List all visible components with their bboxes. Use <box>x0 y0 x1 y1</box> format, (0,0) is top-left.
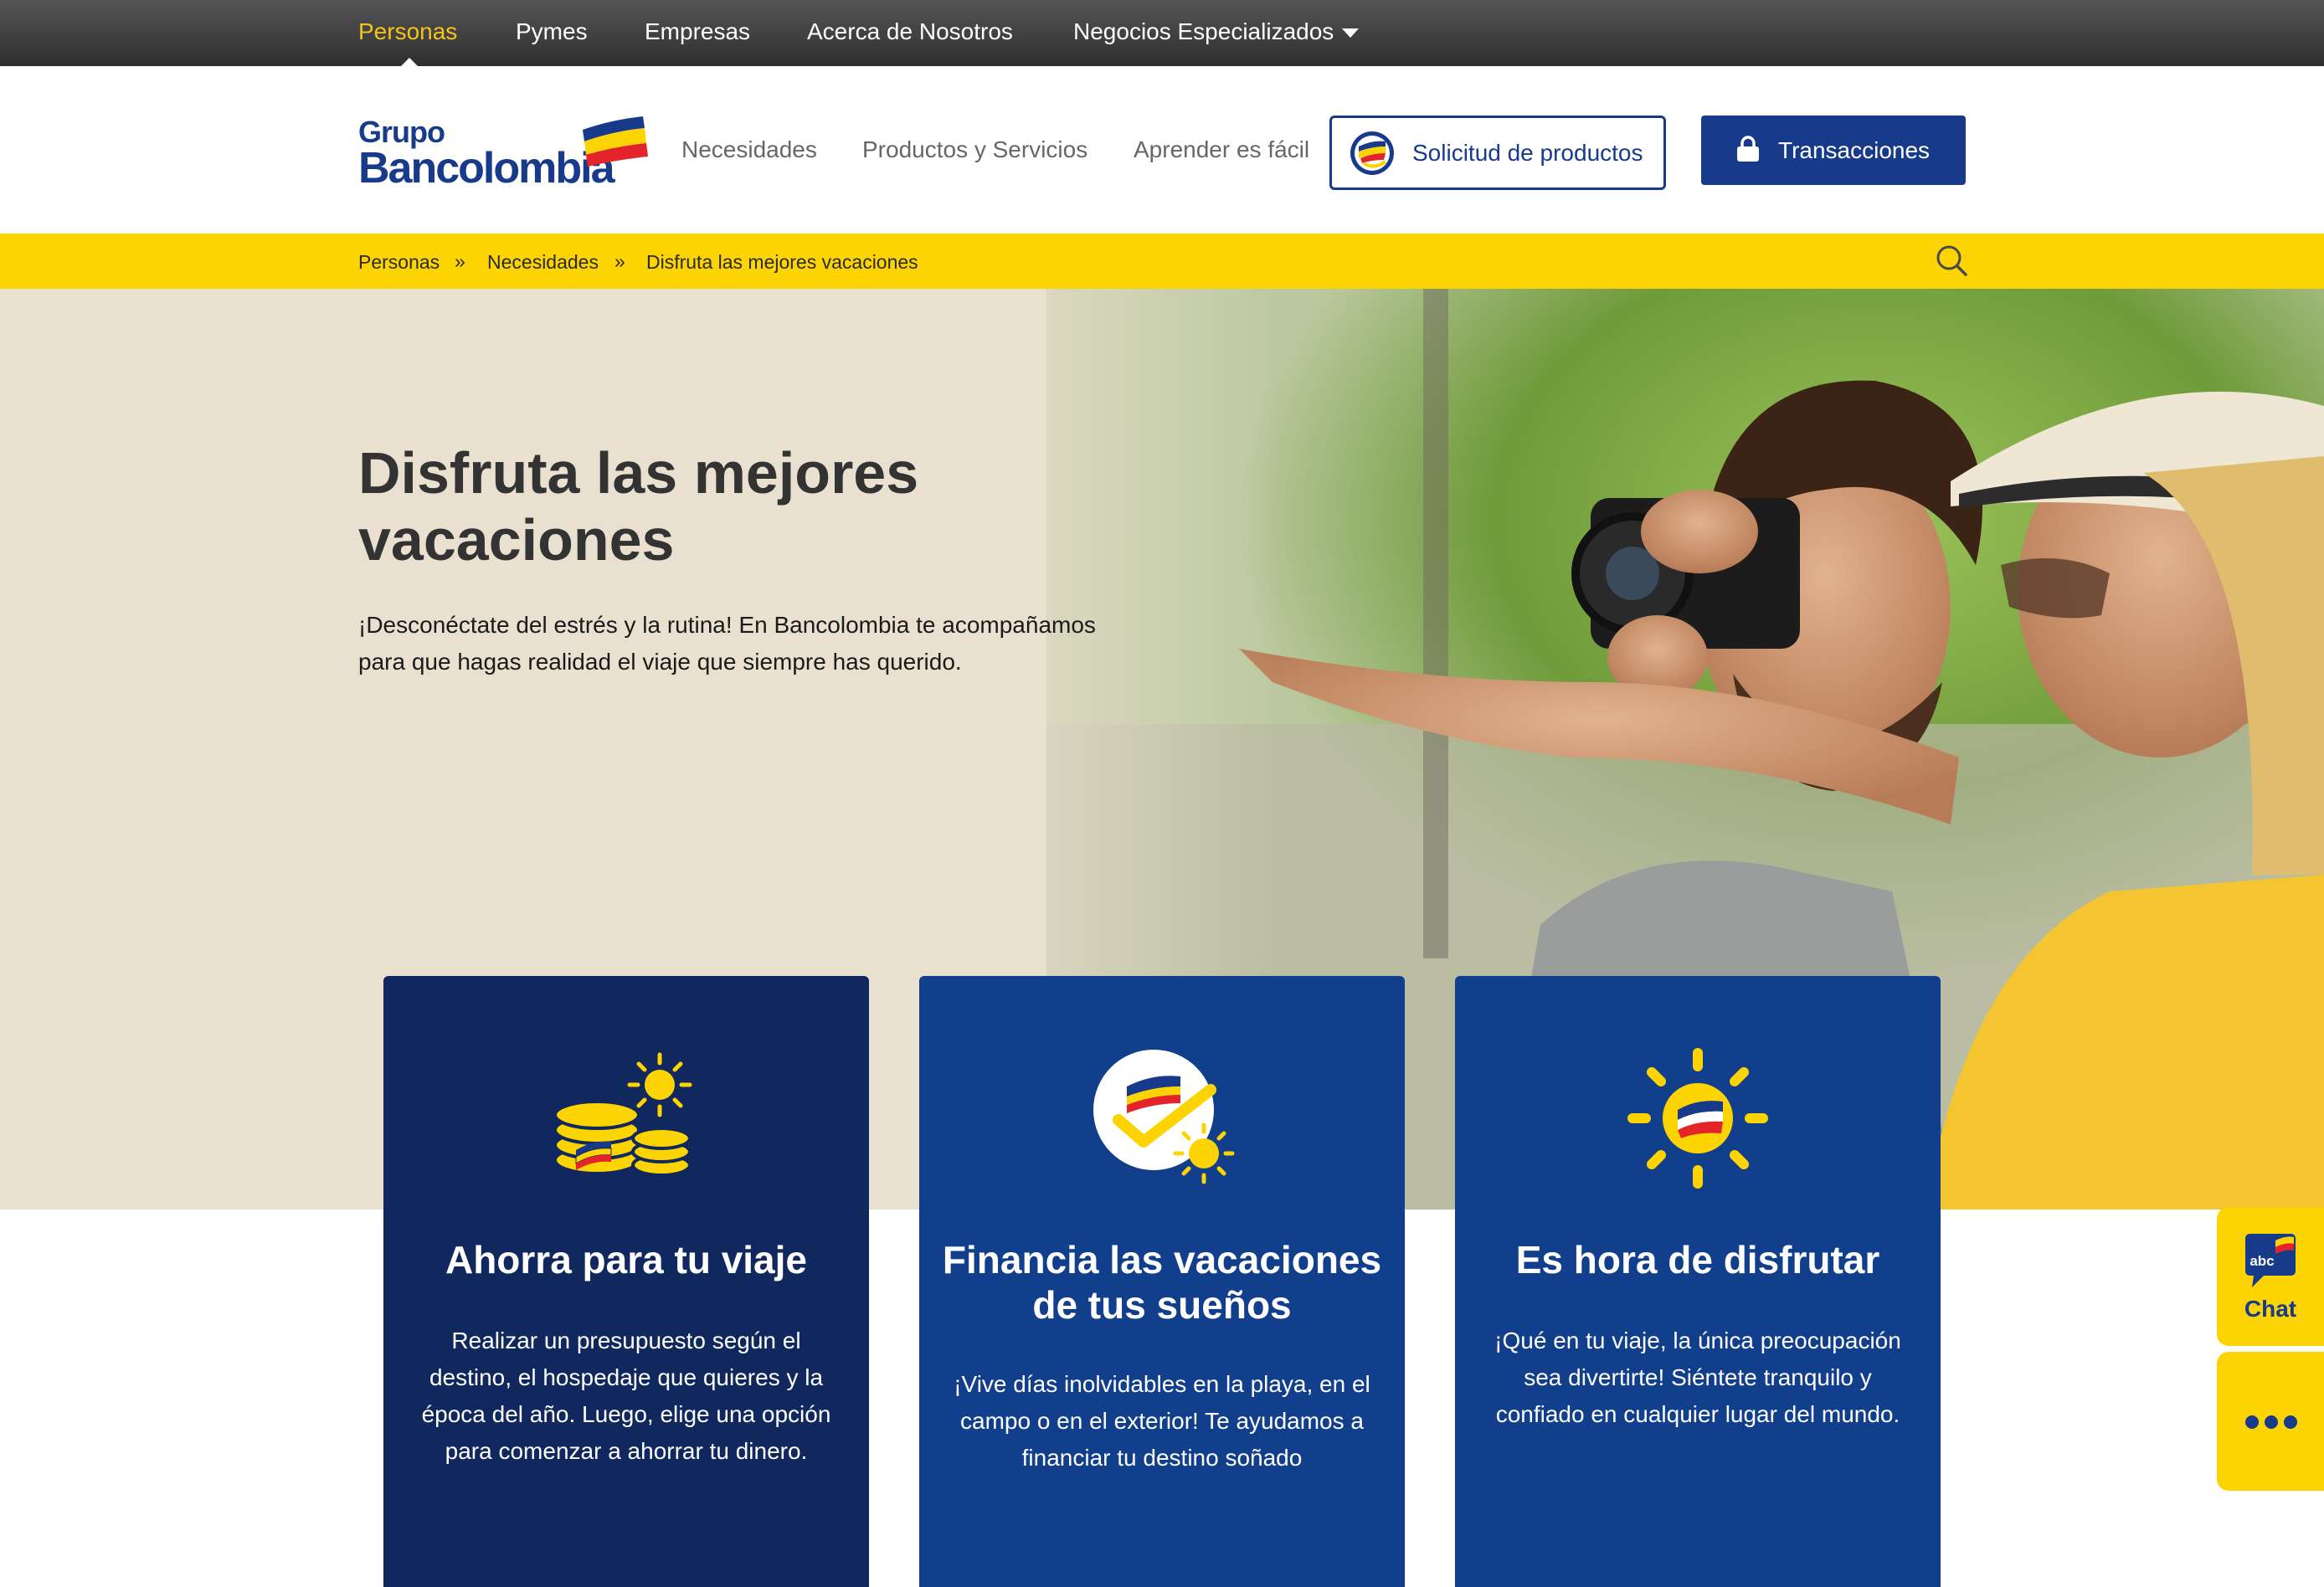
more-options-button[interactable] <box>2217 1352 2324 1491</box>
card-text: Realizar un presupuesto según el destino… <box>421 1328 831 1464</box>
bancolombia-app-icon <box>1350 131 1394 175</box>
top-navigation: Personas Pymes Empresas Acerca de Nosotr… <box>0 0 2324 66</box>
card-title: Financia las vacaciones de tus sueños <box>942 1238 1382 1327</box>
chat-badge-text: abc <box>2249 1253 2274 1269</box>
solicitud-productos-button[interactable]: Solicitud de productos <box>1329 116 1666 190</box>
card-title: Ahorra para tu viaje <box>445 1238 808 1281</box>
card-financia[interactable]: Financia las vacaciones de tus sueños ¡V… <box>919 976 1405 1587</box>
card-ahorra[interactable]: Ahorra para tu viaje Realizar un presupu… <box>383 976 869 1587</box>
more-icon <box>2245 1415 2297 1429</box>
hero-title: Disfruta las mejores vacaciones <box>358 440 919 573</box>
chevron-down-icon <box>1342 28 1360 39</box>
card-text: ¡Vive días inolvidables en la playa, en … <box>954 1371 1370 1471</box>
lock-icon <box>1737 136 1759 162</box>
chat-label: Chat <box>2244 1296 2297 1322</box>
active-indicator <box>401 58 418 66</box>
breadcrumb-current: Disfruta las mejores vacaciones <box>646 251 918 273</box>
breadcrumb: Personas » Necesidades » Disfruta las me… <box>0 234 2324 289</box>
transacciones-label: Transacciones <box>1778 137 1931 163</box>
transacciones-button[interactable]: Transacciones <box>1701 116 1966 185</box>
breadcrumb-necesidades[interactable]: Necesidades <box>487 251 599 274</box>
logo-flag-icon <box>583 116 648 167</box>
logo-bancolombia-text: Bancolombia <box>358 144 614 193</box>
breadcrumb-personas[interactable]: Personas <box>358 251 440 274</box>
nav-aprender[interactable]: Aprender es fácil <box>1134 136 1309 163</box>
nav-necesidades[interactable]: Necesidades <box>681 136 817 163</box>
card-title: Es hora de disfrutar <box>1515 1238 1880 1281</box>
topnav-acerca[interactable]: Acerca de Nosotros <box>807 18 1013 45</box>
card-text: ¡Qué en tu viaje, la única preocupación … <box>1494 1328 1901 1427</box>
breadcrumb-separator: » <box>455 250 465 272</box>
topnav-negocios-especializados[interactable]: Negocios Especializados <box>1073 18 1360 45</box>
solicitud-label: Solicitud de productos <box>1412 140 1643 166</box>
nav-productos-servicios[interactable]: Productos y Servicios <box>862 136 1087 163</box>
breadcrumb-separator: » <box>614 250 625 272</box>
topnav-pymes[interactable]: Pymes <box>516 18 588 45</box>
search-icon[interactable] <box>1934 243 1969 278</box>
topnav-negocios-label: Negocios Especializados <box>1073 18 1334 44</box>
header: Grupo Bancolombia Necesidades Productos … <box>0 66 2324 234</box>
topnav-empresas[interactable]: Empresas <box>645 18 750 45</box>
hero-description: ¡Desconéctate del estrés y la rutina! En… <box>358 612 1096 675</box>
topnav-personas[interactable]: Personas <box>358 18 457 45</box>
card-disfrutar[interactable]: Es hora de disfrutar ¡Qué en tu viaje, l… <box>1455 976 1941 1587</box>
bancolombia-logo[interactable]: Grupo Bancolombia <box>358 115 648 193</box>
coins-sun-icon <box>553 1052 692 1177</box>
chat-bubble-icon: abc <box>2245 1234 2296 1287</box>
chat-button[interactable]: abc Chat <box>2217 1207 2324 1346</box>
sun-icon <box>1627 1048 1768 1189</box>
check-sun-icon <box>1093 1050 1235 1184</box>
